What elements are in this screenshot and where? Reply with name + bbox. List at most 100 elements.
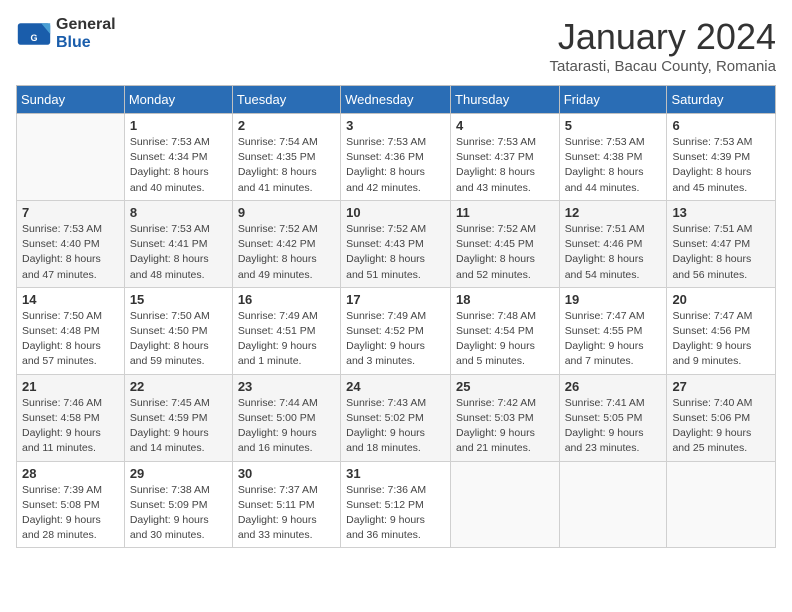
cell-info: Sunrise: 7:53 AMSunset: 4:39 PMDaylight:… xyxy=(672,135,770,196)
calendar-cell: 21Sunrise: 7:46 AMSunset: 4:58 PMDayligh… xyxy=(17,374,125,461)
title-area: January 2024 Tatarasti, Bacau County, Ro… xyxy=(549,16,776,75)
calendar-cell: 4Sunrise: 7:53 AMSunset: 4:37 PMDaylight… xyxy=(451,114,560,201)
day-number: 9 xyxy=(238,205,335,220)
cell-info: Sunrise: 7:36 AMSunset: 5:12 PMDaylight:… xyxy=(346,483,445,544)
cell-info: Sunrise: 7:44 AMSunset: 5:00 PMDaylight:… xyxy=(238,396,335,457)
day-number: 22 xyxy=(130,379,227,394)
calendar-cell: 9Sunrise: 7:52 AMSunset: 4:42 PMDaylight… xyxy=(232,200,340,287)
calendar-cell: 1Sunrise: 7:53 AMSunset: 4:34 PMDaylight… xyxy=(124,114,232,201)
cell-info: Sunrise: 7:41 AMSunset: 5:05 PMDaylight:… xyxy=(565,396,662,457)
calendar-cell xyxy=(559,461,667,548)
day-number: 16 xyxy=(238,292,335,307)
calendar-week-row: 7 Sunrise: 7:53 AMSunset: 4:40 PMDaylight… xyxy=(17,200,776,287)
calendar-cell: 26 Sunrise: 7:41 AMSunset: 5:05 PMDayligh… xyxy=(559,374,667,461)
cell-info: Sunrise: 7:50 AMSunset: 4:50 PMDaylight:… xyxy=(130,309,227,370)
cell-info: Sunrise: 7:53 AMSunset: 4:37 PMDaylight:… xyxy=(456,135,554,196)
day-header-wednesday: Wednesday xyxy=(341,86,451,114)
calendar-cell: 6 Sunrise: 7:53 AMSunset: 4:39 PMDaylight… xyxy=(667,114,776,201)
calendar-cell: 10 Sunrise: 7:52 AMSunset: 4:43 PMDayligh… xyxy=(341,200,451,287)
day-header-tuesday: Tuesday xyxy=(232,86,340,114)
calendar-cell: 29 Sunrise: 7:38 AMSunset: 5:09 PMDayligh… xyxy=(124,461,232,548)
cell-info: Sunrise: 7:53 AMSunset: 4:38 PMDaylight:… xyxy=(565,135,662,196)
calendar-cell: 12 Sunrise: 7:51 AMSunset: 4:46 PMDayligh… xyxy=(559,200,667,287)
calendar-cell: 27Sunrise: 7:40 AMSunset: 5:06 PMDayligh… xyxy=(667,374,776,461)
cell-info: Sunrise: 7:53 AMSunset: 4:41 PMDaylight:… xyxy=(130,222,227,283)
calendar-cell: 31 Sunrise: 7:36 AMSunset: 5:12 PMDayligh… xyxy=(341,461,451,548)
calendar-cell: 13 Sunrise: 7:51 AMSunset: 4:47 PMDayligh… xyxy=(667,200,776,287)
calendar-cell: 17Sunrise: 7:49 AMSunset: 4:52 PMDayligh… xyxy=(341,287,451,374)
day-number: 1 xyxy=(130,118,227,133)
calendar-week-row: 21Sunrise: 7:46 AMSunset: 4:58 PMDayligh… xyxy=(17,374,776,461)
cell-info: Sunrise: 7:53 AMSunset: 4:40 PMDaylight:… xyxy=(22,222,119,283)
calendar-week-row: 14 Sunrise: 7:50 AMSunset: 4:48 PMDayligh… xyxy=(17,287,776,374)
cell-info: Sunrise: 7:37 AMSunset: 5:11 PMDaylight:… xyxy=(238,483,335,544)
day-number: 6 xyxy=(672,118,770,133)
calendar-cell: 19Sunrise: 7:47 AMSunset: 4:55 PMDayligh… xyxy=(559,287,667,374)
cell-info: Sunrise: 7:51 AMSunset: 4:46 PMDaylight:… xyxy=(565,222,662,283)
calendar-cell xyxy=(451,461,560,548)
calendar-table: SundayMondayTuesdayWednesdayThursdayFrid… xyxy=(16,85,776,548)
calendar-week-row: 1Sunrise: 7:53 AMSunset: 4:34 PMDaylight… xyxy=(17,114,776,201)
cell-info: Sunrise: 7:45 AMSunset: 4:59 PMDaylight:… xyxy=(130,396,227,457)
logo: G General Blue xyxy=(16,16,116,52)
day-header-sunday: Sunday xyxy=(17,86,125,114)
day-number: 25 xyxy=(456,379,554,394)
cell-info: Sunrise: 7:40 AMSunset: 5:06 PMDaylight:… xyxy=(672,396,770,457)
svg-text:G: G xyxy=(30,33,37,43)
day-number: 29 xyxy=(130,466,227,481)
calendar-cell: 14 Sunrise: 7:50 AMSunset: 4:48 PMDayligh… xyxy=(17,287,125,374)
day-number: 8 xyxy=(130,205,227,220)
cell-info: Sunrise: 7:43 AMSunset: 5:02 PMDaylight:… xyxy=(346,396,445,457)
day-number: 2 xyxy=(238,118,335,133)
day-number: 3 xyxy=(346,118,445,133)
calendar-header-row: SundayMondayTuesdayWednesdayThursdayFrid… xyxy=(17,86,776,114)
cell-info: Sunrise: 7:38 AMSunset: 5:09 PMDaylight:… xyxy=(130,483,227,544)
day-header-monday: Monday xyxy=(124,86,232,114)
calendar-cell: 8 Sunrise: 7:53 AMSunset: 4:41 PMDaylight… xyxy=(124,200,232,287)
day-number: 10 xyxy=(346,205,445,220)
day-number: 31 xyxy=(346,466,445,481)
location-subtitle: Tatarasti, Bacau County, Romania xyxy=(549,58,776,75)
calendar-cell: 11 Sunrise: 7:52 AMSunset: 4:45 PMDayligh… xyxy=(451,200,560,287)
cell-info: Sunrise: 7:50 AMSunset: 4:48 PMDaylight:… xyxy=(22,309,119,370)
cell-info: Sunrise: 7:47 AMSunset: 4:55 PMDaylight:… xyxy=(565,309,662,370)
page-header: G General Blue January 2024 Tatarasti, B… xyxy=(16,16,776,75)
cell-info: Sunrise: 7:48 AMSunset: 4:54 PMDaylight:… xyxy=(456,309,554,370)
calendar-week-row: 28Sunrise: 7:39 AMSunset: 5:08 PMDayligh… xyxy=(17,461,776,548)
calendar-cell xyxy=(17,114,125,201)
day-number: 18 xyxy=(456,292,554,307)
logo-icon: G xyxy=(16,16,52,52)
day-number: 15 xyxy=(130,292,227,307)
calendar-cell: 22 Sunrise: 7:45 AMSunset: 4:59 PMDayligh… xyxy=(124,374,232,461)
day-number: 7 xyxy=(22,205,119,220)
cell-info: Sunrise: 7:46 AMSunset: 4:58 PMDaylight:… xyxy=(22,396,119,457)
day-number: 28 xyxy=(22,466,119,481)
calendar-cell: 20 Sunrise: 7:47 AMSunset: 4:56 PMDayligh… xyxy=(667,287,776,374)
calendar-cell: 18 Sunrise: 7:48 AMSunset: 4:54 PMDayligh… xyxy=(451,287,560,374)
cell-info: Sunrise: 7:42 AMSunset: 5:03 PMDaylight:… xyxy=(456,396,554,457)
calendar-cell xyxy=(667,461,776,548)
day-number: 26 xyxy=(565,379,662,394)
day-header-saturday: Saturday xyxy=(667,86,776,114)
cell-info: Sunrise: 7:47 AMSunset: 4:56 PMDaylight:… xyxy=(672,309,770,370)
calendar-cell: 15 Sunrise: 7:50 AMSunset: 4:50 PMDayligh… xyxy=(124,287,232,374)
cell-info: Sunrise: 7:52 AMSunset: 4:43 PMDaylight:… xyxy=(346,222,445,283)
cell-info: Sunrise: 7:51 AMSunset: 4:47 PMDaylight:… xyxy=(672,222,770,283)
cell-info: Sunrise: 7:49 AMSunset: 4:52 PMDaylight:… xyxy=(346,309,445,370)
day-number: 20 xyxy=(672,292,770,307)
day-header-friday: Friday xyxy=(559,86,667,114)
day-header-thursday: Thursday xyxy=(451,86,560,114)
month-title: January 2024 xyxy=(549,16,776,58)
calendar-cell: 5Sunrise: 7:53 AMSunset: 4:38 PMDaylight… xyxy=(559,114,667,201)
calendar-cell: 30Sunrise: 7:37 AMSunset: 5:11 PMDayligh… xyxy=(232,461,340,548)
cell-info: Sunrise: 7:54 AMSunset: 4:35 PMDaylight:… xyxy=(238,135,335,196)
day-number: 13 xyxy=(672,205,770,220)
calendar-cell: 2 Sunrise: 7:54 AMSunset: 4:35 PMDaylight… xyxy=(232,114,340,201)
calendar-cell: 16Sunrise: 7:49 AMSunset: 4:51 PMDayligh… xyxy=(232,287,340,374)
cell-info: Sunrise: 7:52 AMSunset: 4:45 PMDaylight:… xyxy=(456,222,554,283)
day-number: 23 xyxy=(238,379,335,394)
calendar-cell: 7 Sunrise: 7:53 AMSunset: 4:40 PMDaylight… xyxy=(17,200,125,287)
day-number: 12 xyxy=(565,205,662,220)
day-number: 11 xyxy=(456,205,554,220)
day-number: 14 xyxy=(22,292,119,307)
